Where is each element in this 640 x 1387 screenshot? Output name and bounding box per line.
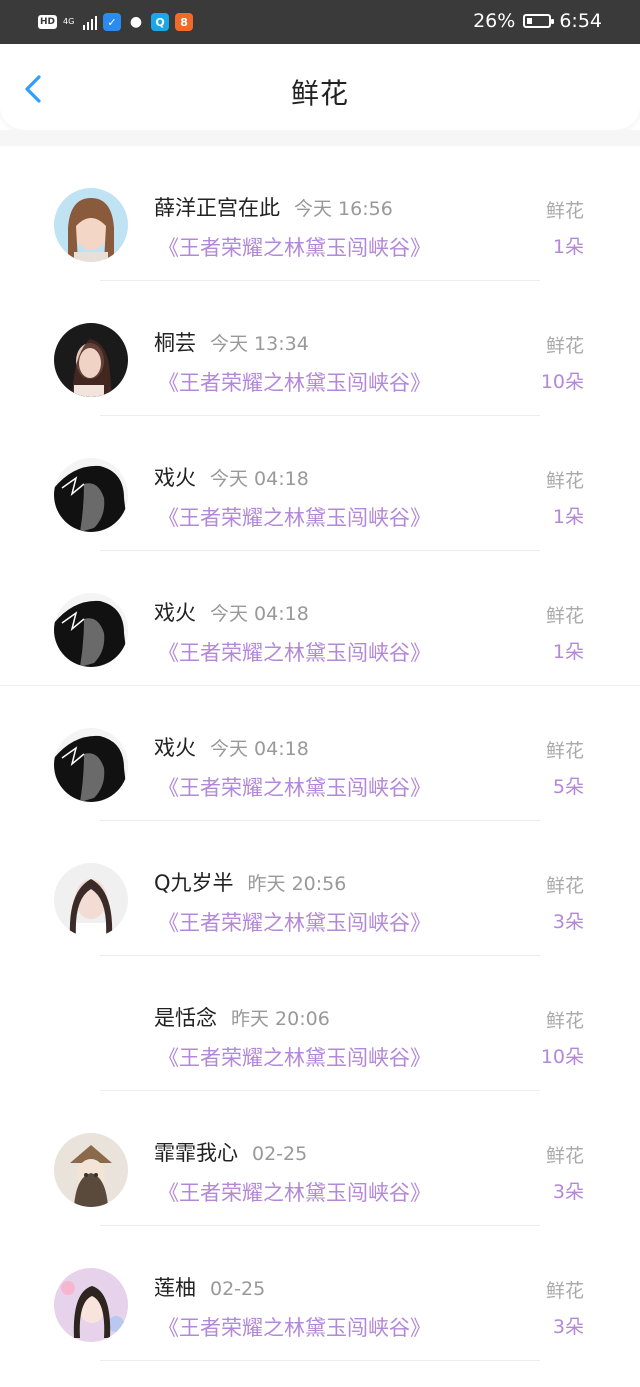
list-item[interactable]: 戏火 今天 04:18 《王者荣耀之林黛玉闯峡谷》 鲜花 1朵 [0,416,640,551]
timestamp: 02-25 [252,1143,308,1165]
book-title-link[interactable]: 《王者荣耀之林黛玉闯峡谷》 [158,1177,431,1207]
gift-type: 鲜花 [545,605,584,627]
network-type: 4G [63,17,75,26]
user-name[interactable]: 戏火 [154,466,196,490]
book-title-link[interactable]: 《王者荣耀之林黛玉闯峡谷》 [158,232,431,262]
page-title: 鲜花 [290,77,349,110]
gift-type: 鲜花 [545,470,584,492]
user-name[interactable]: 戏火 [154,601,196,625]
list-item[interactable]: 是恬念 昨天 20:06 《王者荣耀之林黛玉闯峡谷》 鲜花 10朵 [0,956,640,1091]
gift-type: 鲜花 [545,1010,584,1032]
user-name[interactable]: 桐芸 [154,331,196,355]
gift-type: 鲜花 [545,875,584,897]
avatar[interactable] [54,188,128,262]
battery-percent: 26% [473,10,516,32]
gift-quantity: 1朵 [552,641,584,663]
hd-badge: HD [38,15,58,29]
timestamp: 今天 04:18 [210,468,309,490]
avatar[interactable] [54,1268,128,1342]
gift-quantity: 10朵 [540,371,584,393]
list-item[interactable]: 戏火 今天 04:18 《王者荣耀之林黛玉闯峡谷》 鲜花 5朵 [0,686,640,821]
divider [100,1360,540,1361]
list-item[interactable]: 霏霏我心 02-25 《王者荣耀之林黛玉闯峡谷》 鲜花 3朵 [0,1091,640,1226]
user-name-line: 戏火 今天 04:18 [154,597,309,627]
timestamp: 昨天 20:06 [231,1008,330,1030]
list-item[interactable]: 桐芸 今天 13:34 《王者荣耀之林黛玉闯峡谷》 鲜花 10朵 [0,281,640,416]
avatar[interactable] [54,458,128,532]
user-name-line: 霏霏我心 02-25 [154,1137,307,1167]
gift-quantity: 3朵 [552,1316,584,1338]
battery-level [527,18,533,24]
user-name-line: 薛洋正宫在此 今天 16:56 [154,192,393,222]
gift-type: 鲜花 [545,335,584,357]
timestamp: 昨天 20:56 [247,873,347,895]
gift-quantity: 5朵 [552,776,584,798]
user-name[interactable]: 薛洋正宫在此 [154,196,280,220]
timestamp: 02-25 [210,1278,266,1300]
gift-quantity: 1朵 [552,506,584,528]
user-name-line: 戏火 今天 04:18 [154,732,309,762]
timestamp: 今天 04:18 [210,738,309,760]
gift-quantity: 10朵 [540,1046,584,1068]
search-app-icon: Q [151,13,170,31]
book-title-link[interactable]: 《王者荣耀之林黛玉闯峡谷》 [158,502,431,532]
book-title-link[interactable]: 《王者荣耀之林黛玉闯峡谷》 [158,1042,431,1072]
user-name-line: Q九岁半 昨天 20:56 [154,867,346,897]
status-right: 26% 6:54 [473,10,602,32]
flower-record-list: 薛洋正宫在此 今天 16:56 《王者荣耀之林黛玉闯峡谷》 鲜花 1朵 桐芸 今天 13:3… [0,146,640,1361]
user-name[interactable]: 是恬念 [154,1006,217,1030]
gift-type: 鲜花 [545,200,584,222]
section-gap [0,130,640,146]
timestamp: 今天 16:56 [294,198,393,220]
taobao-app-icon: 8 [175,13,194,31]
shield-app-icon: ✓ [103,13,122,31]
battery-icon [523,14,555,28]
status-bar: HD 4G ✓ ● Q 8 26% 6:54 [0,0,640,44]
timestamp: 今天 13:34 [210,333,309,355]
list-item[interactable]: 戏火 今天 04:18 《王者荣耀之林黛玉闯峡谷》 鲜花 1朵 [0,551,640,686]
user-name-line: 戏火 今天 04:18 [154,462,309,492]
book-title-link[interactable]: 《王者荣耀之林黛玉闯峡谷》 [158,367,431,397]
avatar[interactable] [54,863,128,937]
clock: 6:54 [559,10,602,32]
gift-quantity: 3朵 [552,911,584,933]
user-name[interactable]: 霏霏我心 [154,1141,238,1165]
timestamp: 今天 04:18 [210,603,309,625]
book-title-link[interactable]: 《王者荣耀之林黛玉闯峡谷》 [158,637,431,667]
divider [0,685,640,686]
list-item[interactable]: Q九岁半 昨天 20:56 《王者荣耀之林黛玉闯峡谷》 鲜花 3朵 [0,821,640,956]
avatar[interactable] [54,728,128,802]
user-name[interactable]: 戏火 [154,736,196,760]
user-name[interactable]: Q九岁半 [154,871,234,895]
gift-type: 鲜花 [545,1145,584,1167]
avatar[interactable] [54,593,128,667]
gift-type: 鲜花 [545,740,584,762]
list-item[interactable]: 莲柚 02-25 《王者荣耀之林黛玉闯峡谷》 鲜花 3朵 [0,1226,640,1361]
gift-quantity: 1朵 [552,236,584,258]
avatar[interactable] [54,1133,128,1207]
user-name-line: 是恬念 昨天 20:06 [154,1002,330,1032]
user-name-line: 莲柚 02-25 [154,1272,265,1302]
avatar[interactable] [54,323,128,397]
signal-icon [83,14,98,30]
book-title-link[interactable]: 《王者荣耀之林黛玉闯峡谷》 [158,772,431,802]
gift-type: 鲜花 [545,1280,584,1302]
wechat-icon: ● [129,14,143,30]
status-icons: HD 4G ✓ ● Q 8 [38,12,194,32]
book-title-link[interactable]: 《王者荣耀之林黛玉闯峡谷》 [158,907,431,937]
book-title-link[interactable]: 《王者荣耀之林黛玉闯峡谷》 [158,1312,431,1342]
list-item[interactable]: 薛洋正宫在此 今天 16:56 《王者荣耀之林黛玉闯峡谷》 鲜花 1朵 [0,146,640,281]
gift-quantity: 3朵 [552,1181,584,1203]
avatar[interactable] [54,998,128,1072]
user-name-line: 桐芸 今天 13:34 [154,327,309,357]
user-name[interactable]: 莲柚 [154,1276,196,1300]
nav-bar: 鲜花 [0,44,640,130]
